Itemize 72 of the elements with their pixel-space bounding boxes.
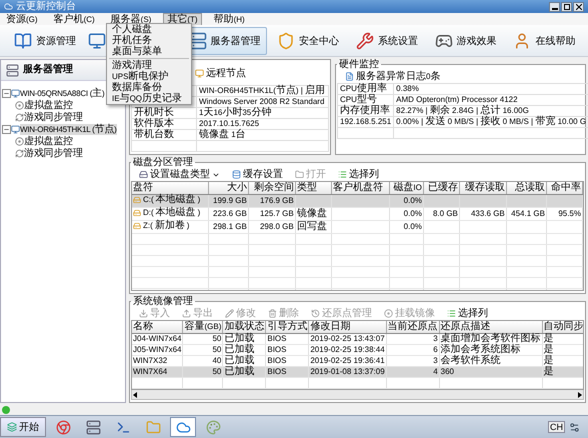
info-label: 内存使用率 bbox=[340, 105, 390, 116]
group-title: 系统镜像管理 bbox=[132, 296, 194, 307]
table-cell: WIN7X64 bbox=[133, 366, 168, 377]
window-title: 云更新控制台 bbox=[16, 0, 76, 13]
table-cell: 3 bbox=[433, 355, 438, 366]
table-cell: 3 bbox=[433, 333, 438, 344]
group-title: 硬件监控 bbox=[338, 59, 380, 70]
table-cell: C:(本地磁盘) bbox=[133, 195, 200, 205]
group-title: 磁盘分区管理 bbox=[132, 157, 194, 168]
info-value: 0.38% bbox=[396, 83, 419, 94]
info-value: 2017.10.15.7625 bbox=[199, 118, 260, 128]
table-cell: 是 bbox=[544, 355, 554, 366]
table-cell: 298.0 GB bbox=[260, 221, 294, 232]
table-cell: 0.0% bbox=[404, 221, 422, 232]
table-cell: 2019-02-25 13:43:07 bbox=[310, 333, 385, 344]
table-cell: 298.1 GB bbox=[213, 221, 247, 232]
table-cell: 是 bbox=[544, 366, 554, 377]
info-label: CPU使用率 bbox=[340, 83, 387, 94]
table-cell: 454.1 GB bbox=[511, 208, 545, 219]
sidebar-title: 服务器管理 bbox=[23, 64, 73, 76]
info-value: AMD Opteron(tm) Processor 4122 bbox=[396, 94, 518, 104]
table-cell: 镜像盘 bbox=[296, 208, 327, 219]
table-cell: Z:(新加卷) bbox=[133, 221, 190, 231]
table-cell: 2019-01-08 13:37:09 bbox=[310, 366, 385, 377]
table-cell: 50 bbox=[212, 333, 222, 344]
info-value: Windows Server 2008 R2 Standard bbox=[199, 96, 324, 106]
table-cell: 40 bbox=[212, 355, 222, 366]
table-cell: 是 bbox=[544, 333, 554, 344]
table-cell: 6 bbox=[433, 344, 438, 355]
panel-heading: 远程节点 bbox=[206, 68, 246, 79]
table-cell: 223.6 GB bbox=[213, 208, 247, 219]
table-cell: 176.9 GB bbox=[260, 195, 294, 206]
table-cell: J05-WIN7x64 bbox=[133, 344, 182, 355]
table-cell: 0.0% bbox=[404, 208, 422, 219]
info-value: 0.00% | 发送 0 MB/S | 接收 0 MB/S | 带宽 10.00 G bbox=[396, 116, 586, 127]
table-cell: BIOS bbox=[267, 355, 286, 366]
table-cell: D:(本地磁盘) bbox=[133, 208, 200, 218]
table-cell: 4 bbox=[433, 366, 438, 377]
table-cell: 已加载 bbox=[224, 366, 254, 377]
table-cell: 433.6 GB bbox=[470, 208, 505, 219]
table-cell: 2019-02-25 19:38:44 bbox=[310, 344, 385, 355]
table-cell: 添加会考系统图标 bbox=[440, 344, 521, 355]
info-label: CPU型号 bbox=[340, 94, 377, 105]
table-cell: 95.5% bbox=[558, 208, 581, 219]
info-value: 镜像盘 1台 bbox=[199, 129, 246, 140]
info-label: 192.168.5.251 bbox=[340, 116, 392, 127]
table-cell: 桌面增加会考软件图标 bbox=[440, 333, 541, 344]
table-cell: 0.0% bbox=[404, 195, 422, 206]
info-value: 82.27% | 剩余 2.84G | 总计 16.00G bbox=[396, 105, 529, 116]
info-value: 1天16小时35分钟 bbox=[199, 107, 272, 118]
table-cell: WIN7X32 bbox=[133, 355, 168, 366]
table-cell: 50 bbox=[212, 344, 222, 355]
table-cell: 是 bbox=[544, 344, 554, 355]
info-value: WIN-OR6H45THK1L(节点) | 启用 bbox=[199, 85, 326, 96]
table-cell: 2019-02-25 19:36:41 bbox=[310, 355, 385, 366]
table-cell: 会考软件系统 bbox=[440, 355, 501, 366]
table-cell: 已加载 bbox=[224, 344, 254, 355]
table-cell: 回写盘 bbox=[296, 221, 327, 232]
info-label: 软件版本 bbox=[134, 118, 174, 129]
table-cell: BIOS bbox=[267, 366, 286, 377]
table-cell: 199.9 GB bbox=[213, 195, 247, 206]
table-cell: 已加载 bbox=[224, 333, 254, 344]
info-label: 带机台数 bbox=[134, 129, 174, 140]
table-cell: 360 bbox=[440, 366, 454, 377]
table-cell: J04-WIN7x64 bbox=[133, 333, 182, 344]
table-cell: BIOS bbox=[267, 344, 286, 355]
table-cell: 已加载 bbox=[224, 355, 254, 366]
table-cell: BIOS bbox=[267, 333, 286, 344]
table-cell: 125.7 GB bbox=[260, 208, 294, 219]
table-cell: 50 bbox=[212, 366, 222, 377]
table-cell: 8.0 GB bbox=[432, 208, 458, 219]
info-label: 开机时长 bbox=[134, 107, 174, 118]
